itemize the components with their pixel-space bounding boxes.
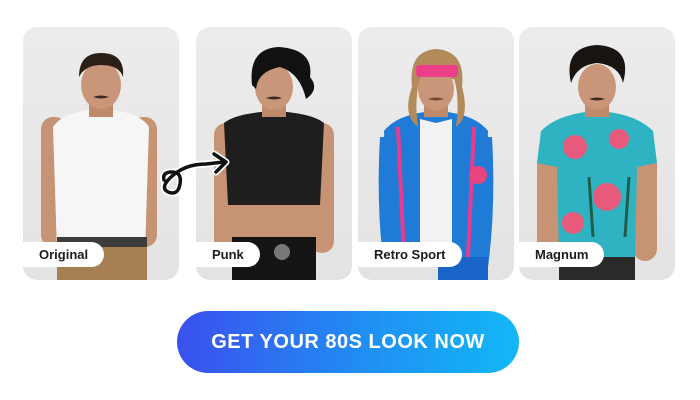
look-label-punk: Punk [196, 242, 260, 267]
curly-arrow-icon [160, 150, 230, 197]
look-label-magnum: Magnum [519, 242, 605, 267]
look-label-original: Original [23, 242, 105, 267]
look-card-magnum[interactable]: Magnum [519, 27, 675, 280]
look-label-retro-sport: Retro Sport [358, 242, 462, 267]
look-card-retro-sport[interactable]: Retro Sport [358, 27, 514, 280]
get-80s-look-button[interactable]: GET YOUR 80S LOOK NOW [177, 311, 519, 373]
look-card-original[interactable]: Original [23, 27, 179, 280]
